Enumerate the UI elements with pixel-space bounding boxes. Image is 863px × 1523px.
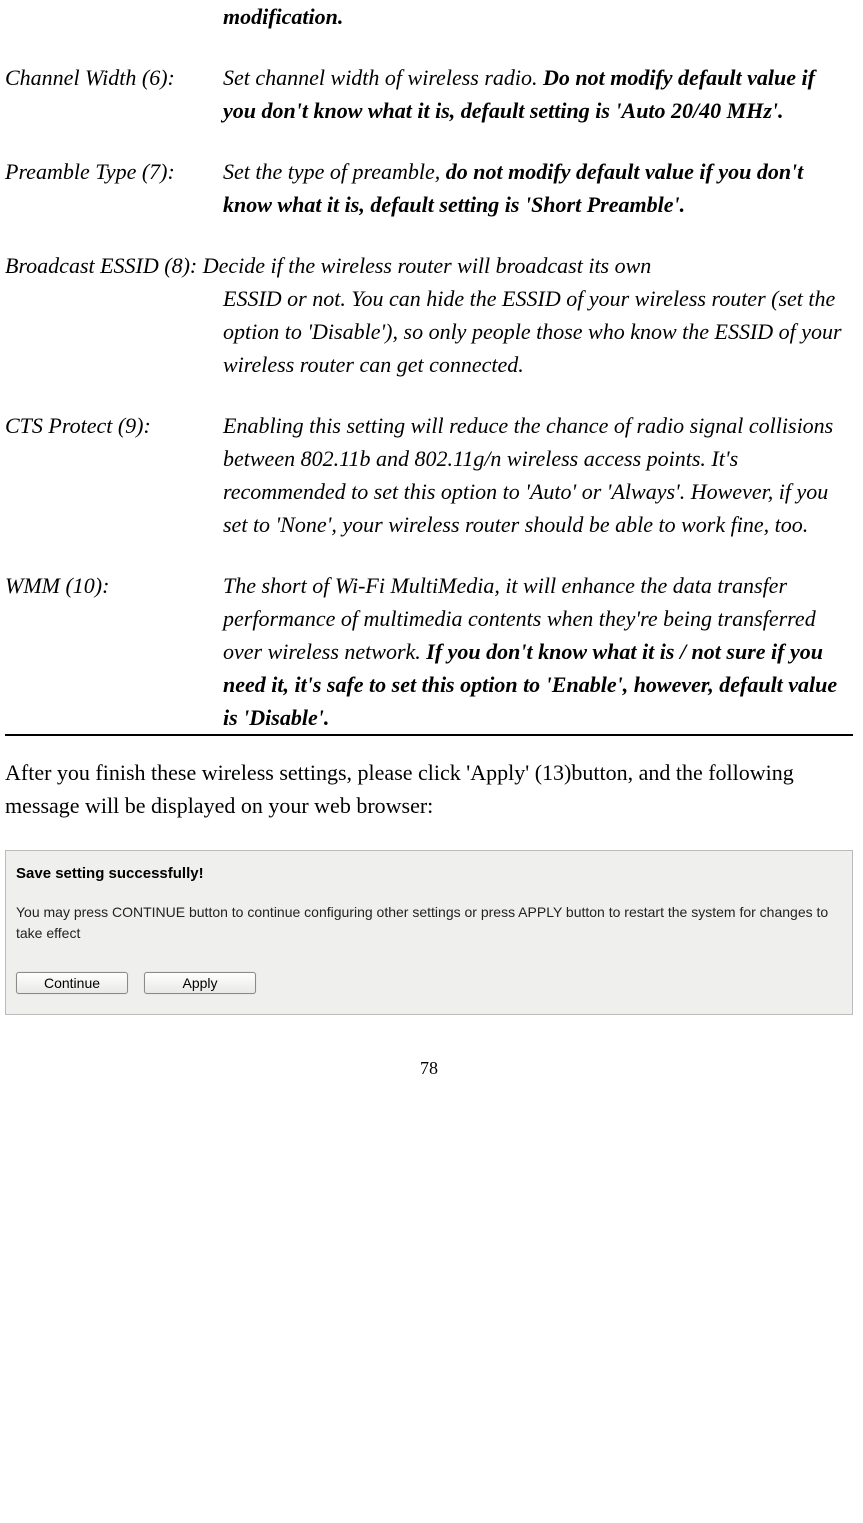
dialog-button-row: Continue Apply: [16, 972, 842, 994]
section-divider: [5, 734, 853, 736]
term-broadcast-essid: Broadcast ESSID (8):: [5, 253, 197, 278]
definition-row: Preamble Type (7): Set the type of pream…: [5, 155, 853, 221]
definition-wmm: The short of Wi-Fi MultiMedia, it will e…: [223, 569, 853, 734]
save-success-dialog: Save setting successfully! You may press…: [5, 850, 853, 1015]
term-preamble-type: Preamble Type (7):: [5, 155, 223, 221]
term-cts-protect: CTS Protect (9):: [5, 409, 223, 541]
definition-text: Set the type of preamble,: [223, 159, 446, 184]
body-paragraph: After you finish these wireless settings…: [5, 756, 853, 822]
definition-text: Enabling this setting will reduce the ch…: [223, 413, 833, 537]
continue-button[interactable]: Continue: [16, 972, 128, 994]
apply-button[interactable]: Apply: [144, 972, 256, 994]
definition-cts-protect: Enabling this setting will reduce the ch…: [223, 409, 853, 541]
definition-broadcast-essid-inline: Decide if the wireless router will broad…: [203, 253, 652, 278]
definition-row: CTS Protect (9): Enabling this setting w…: [5, 409, 853, 541]
term-channel-width: Channel Width (6):: [5, 61, 223, 127]
definition-row: Broadcast ESSID (8): Decide if the wirel…: [5, 249, 853, 381]
dialog-message: You may press CONTINUE button to continu…: [16, 902, 842, 944]
definition-text: Set channel width of wireless radio.: [223, 65, 543, 90]
definition-row: Channel Width (6): Set channel width of …: [5, 61, 853, 127]
page-number: 78: [5, 1055, 853, 1082]
definition-broadcast-essid-remainder: ESSID or not. You can hide the ESSID of …: [223, 282, 853, 381]
term-wmm: WMM (10):: [5, 569, 223, 734]
definition-row: WMM (10): The short of Wi-Fi MultiMedia,…: [5, 569, 853, 734]
dialog-title: Save setting successfully!: [16, 863, 842, 886]
prev-page-fragment: modification.: [223, 0, 853, 33]
definition-channel-width: Set channel width of wireless radio. Do …: [223, 61, 853, 127]
definition-preamble-type: Set the type of preamble, do not modify …: [223, 155, 853, 221]
